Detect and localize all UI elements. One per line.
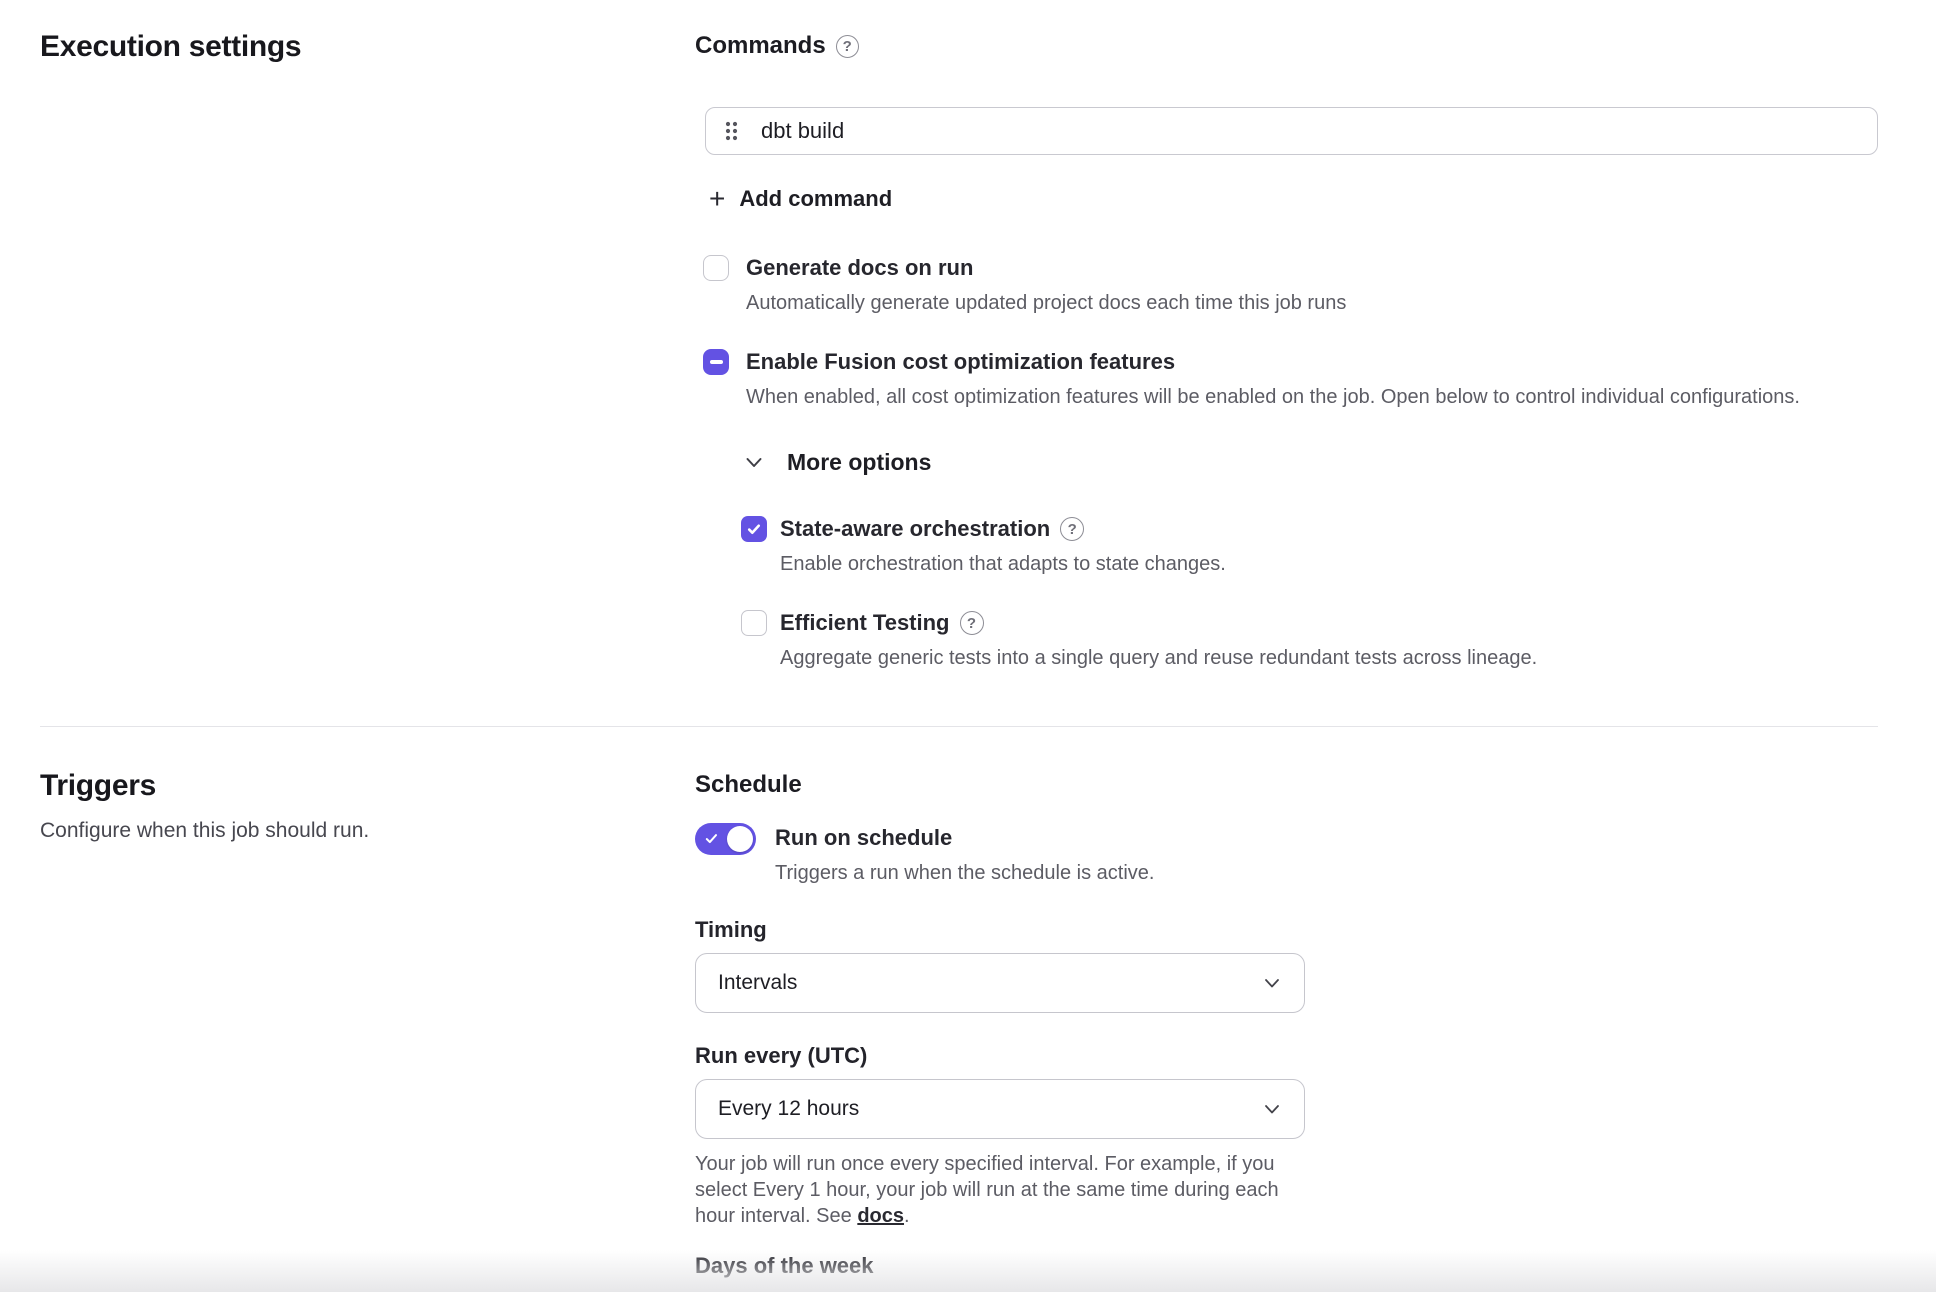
chevron-down-icon — [1264, 978, 1280, 989]
generate-docs-row: Generate docs on run Automatically gener… — [703, 253, 1878, 317]
execution-settings-section: Execution settings Commands ? db — [40, 30, 1878, 672]
more-options-panel: State-aware orchestration ? Enable orche… — [695, 514, 1878, 672]
timing-label: Timing — [695, 915, 1878, 945]
docs-link[interactable]: docs — [857, 1205, 904, 1227]
efficient-testing-desc: Aggregate generic tests into a single qu… — [780, 645, 1537, 672]
commands-help-icon[interactable]: ? — [836, 35, 859, 58]
check-icon — [746, 521, 762, 537]
triggers-right-column: Schedule Run on schedule Triggers a run … — [695, 769, 1878, 1292]
efficient-testing-label: Efficient Testing — [780, 608, 950, 638]
interval-help-after: . — [904, 1205, 910, 1227]
schedule-header: Schedule — [695, 769, 1878, 801]
state-aware-row: State-aware orchestration ? Enable orche… — [741, 514, 1878, 578]
run-on-schedule-label: Run on schedule — [775, 823, 1154, 853]
efficient-testing-row: Efficient Testing ? Aggregate generic te… — [741, 608, 1878, 672]
commands-header: Commands ? — [695, 30, 1878, 62]
job-settings-page: Execution settings Commands ? db — [0, 0, 1936, 1292]
interval-help-before: Your job will run once every specified i… — [695, 1153, 1279, 1227]
command-input[interactable]: dbt build — [705, 107, 1878, 155]
drag-handle-icon[interactable] — [724, 120, 739, 142]
days-of-week-label: Days of the week — [695, 1251, 1878, 1281]
commands-label: Commands — [695, 32, 826, 60]
plus-icon: + — [709, 185, 725, 213]
efficient-testing-help-icon[interactable]: ? — [960, 611, 984, 635]
execution-settings-title: Execution settings — [40, 30, 695, 64]
enable-fusion-desc: When enabled, all cost optimization feat… — [746, 384, 1800, 411]
toggle-knob — [727, 826, 753, 852]
generate-docs-label: Generate docs on run — [746, 253, 1346, 283]
state-aware-checkbox[interactable] — [741, 516, 767, 542]
efficient-testing-checkbox[interactable] — [741, 610, 767, 636]
efficient-testing-label-row: Efficient Testing ? — [780, 608, 1537, 638]
run-every-label: Run every (UTC) — [695, 1041, 1878, 1071]
command-value[interactable]: dbt build — [761, 118, 844, 144]
run-every-select[interactable]: Every 12 hours — [695, 1079, 1305, 1139]
triggers-title: Triggers — [40, 769, 695, 803]
run-on-schedule-toggle[interactable] — [695, 823, 756, 855]
enable-fusion-label: Enable Fusion cost optimization features — [746, 347, 1800, 377]
triggers-subtitle: Configure when this job should run. — [40, 819, 695, 843]
triggers-left-column: Triggers Configure when this job should … — [40, 769, 695, 1292]
generate-docs-text: Generate docs on run Automatically gener… — [746, 253, 1346, 317]
toggle-check-icon — [704, 831, 719, 846]
schedule-label: Schedule — [695, 771, 802, 799]
state-aware-text: State-aware orchestration ? Enable orche… — [780, 514, 1226, 578]
run-on-schedule-desc: Triggers a run when the schedule is acti… — [775, 860, 1154, 887]
run-on-schedule-row: Run on schedule Triggers a run when the … — [695, 823, 1878, 887]
enable-fusion-text: Enable Fusion cost optimization features… — [746, 347, 1800, 411]
timing-field: Timing Intervals — [695, 915, 1878, 1013]
days-of-week-field: Days of the week Sunday Monday Tuesday — [695, 1251, 1878, 1292]
timing-value: Intervals — [718, 971, 797, 995]
run-every-value: Every 12 hours — [718, 1097, 859, 1121]
run-every-field: Run every (UTC) Every 12 hours Your job … — [695, 1041, 1878, 1229]
enable-fusion-row: Enable Fusion cost optimization features… — [703, 347, 1878, 411]
triggers-section: Triggers Configure when this job should … — [40, 727, 1878, 1292]
chevron-down-icon — [745, 457, 763, 469]
state-aware-label-row: State-aware orchestration ? — [780, 514, 1226, 544]
state-aware-desc: Enable orchestration that adapts to stat… — [780, 551, 1226, 578]
more-options-toggle[interactable]: More options — [745, 449, 931, 476]
efficient-testing-text: Efficient Testing ? Aggregate generic te… — [780, 608, 1537, 672]
state-aware-help-icon[interactable]: ? — [1060, 517, 1084, 541]
state-aware-label: State-aware orchestration — [780, 514, 1050, 544]
generate-docs-checkbox[interactable] — [703, 255, 729, 281]
generate-docs-desc: Automatically generate updated project d… — [746, 290, 1346, 317]
execution-left-column: Execution settings — [40, 30, 695, 672]
interval-help-text: Your job will run once every specified i… — [695, 1151, 1287, 1229]
indeterminate-dash-icon — [710, 360, 723, 364]
chevron-down-icon — [1264, 1104, 1280, 1115]
run-on-schedule-text: Run on schedule Triggers a run when the … — [775, 823, 1154, 887]
execution-right-column: Commands ? dbt build + Add — [695, 30, 1878, 672]
timing-select[interactable]: Intervals — [695, 953, 1305, 1013]
add-command-label: Add command — [739, 186, 892, 212]
enable-fusion-checkbox[interactable] — [703, 349, 729, 375]
more-options-label: More options — [787, 449, 931, 476]
add-command-button[interactable]: + Add command — [709, 185, 892, 213]
